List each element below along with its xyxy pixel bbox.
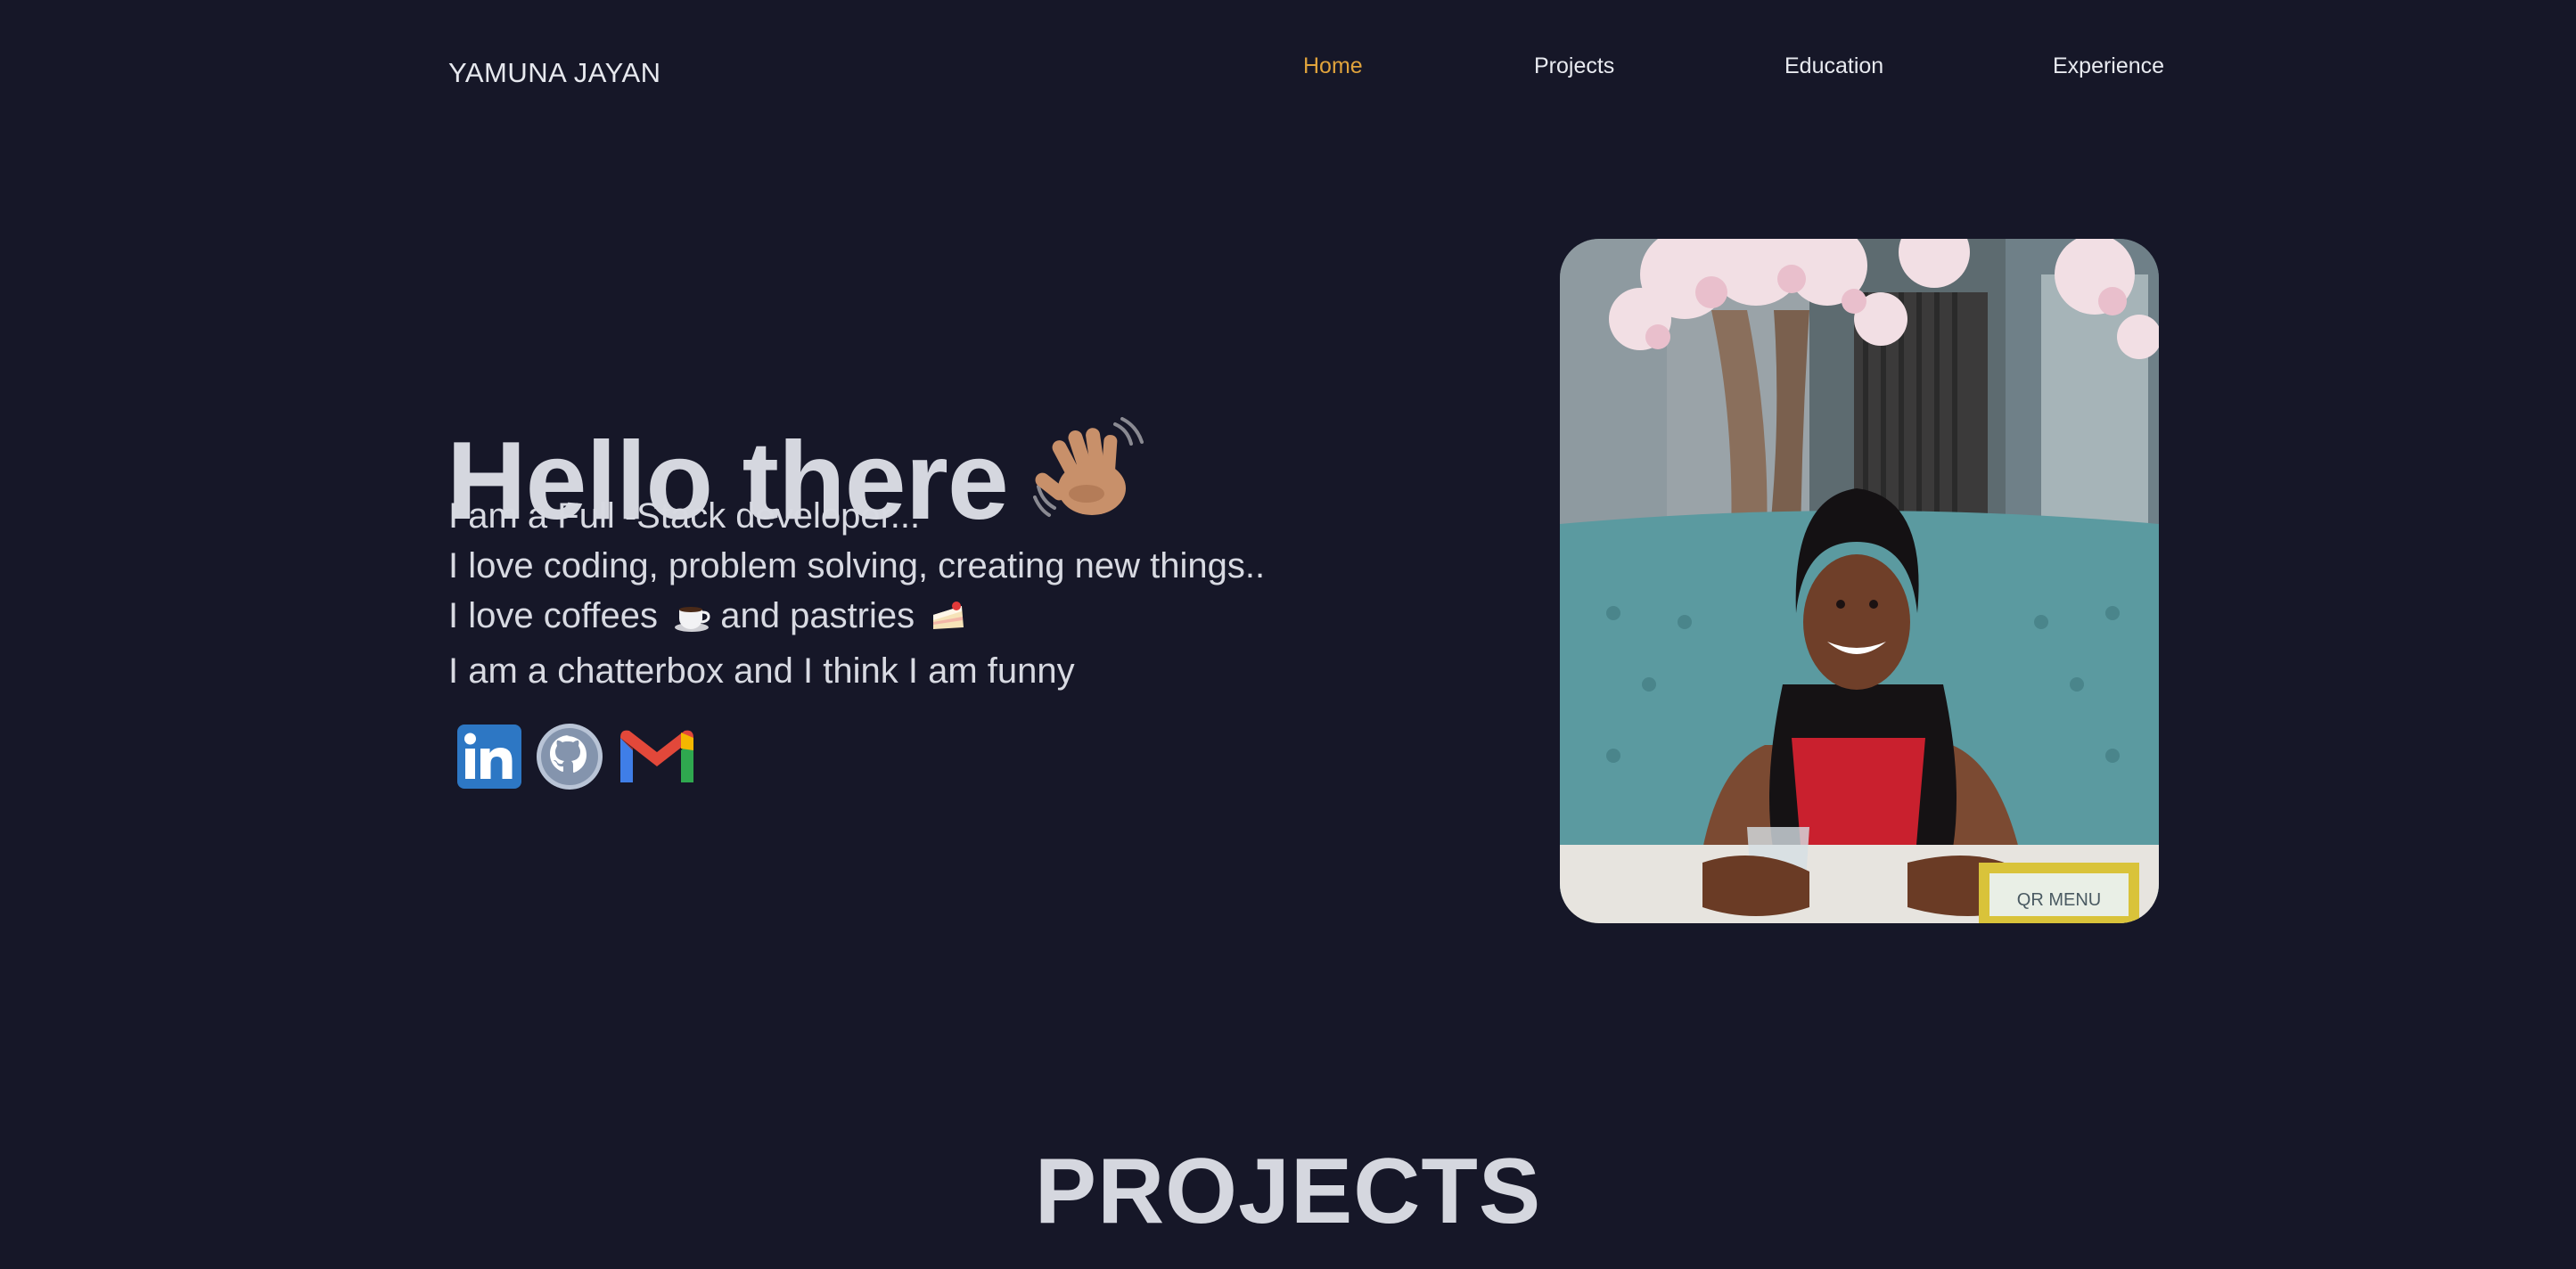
- bio-line-interests: I love coding, problem solving, creating…: [448, 546, 1266, 585]
- nav-projects-link[interactable]: Projects: [1534, 53, 1614, 79]
- profile-photo: QR MENU: [1560, 239, 2159, 923]
- nav-education-link[interactable]: Education: [1784, 53, 1883, 79]
- brand-name[interactable]: YAMUNA JAYAN: [448, 57, 661, 89]
- bio-line-role: I am a Full -Stack developer...: [448, 496, 921, 536]
- social-links: [456, 722, 697, 796]
- bio-text: I am a Full -Stack developer... I love c…: [448, 491, 1265, 696]
- linkedin-icon[interactable]: [456, 724, 522, 794]
- projects-heading: PROJECTS: [1034, 1140, 1542, 1244]
- svg-text:QR MENU: QR MENU: [2017, 890, 2101, 910]
- bio-line-food: I love coffees and pastries: [448, 591, 1265, 646]
- cake-slice-icon: [930, 596, 967, 646]
- nav-home-link[interactable]: Home: [1303, 53, 1363, 79]
- bio-coffee-text: I love coffees: [448, 596, 658, 635]
- gmail-icon[interactable]: [617, 725, 697, 792]
- top-navigation: YAMUNA JAYAN Home Projects Education Exp…: [0, 0, 2576, 143]
- bio-line-personality: I am a chatterbox and I think I am funny: [448, 651, 1075, 691]
- github-icon[interactable]: [535, 722, 604, 796]
- bio-pastries-text: and pastries: [720, 596, 915, 635]
- coffee-cup-icon: [673, 596, 710, 646]
- nav-experience-link[interactable]: Experience: [2053, 53, 2164, 79]
